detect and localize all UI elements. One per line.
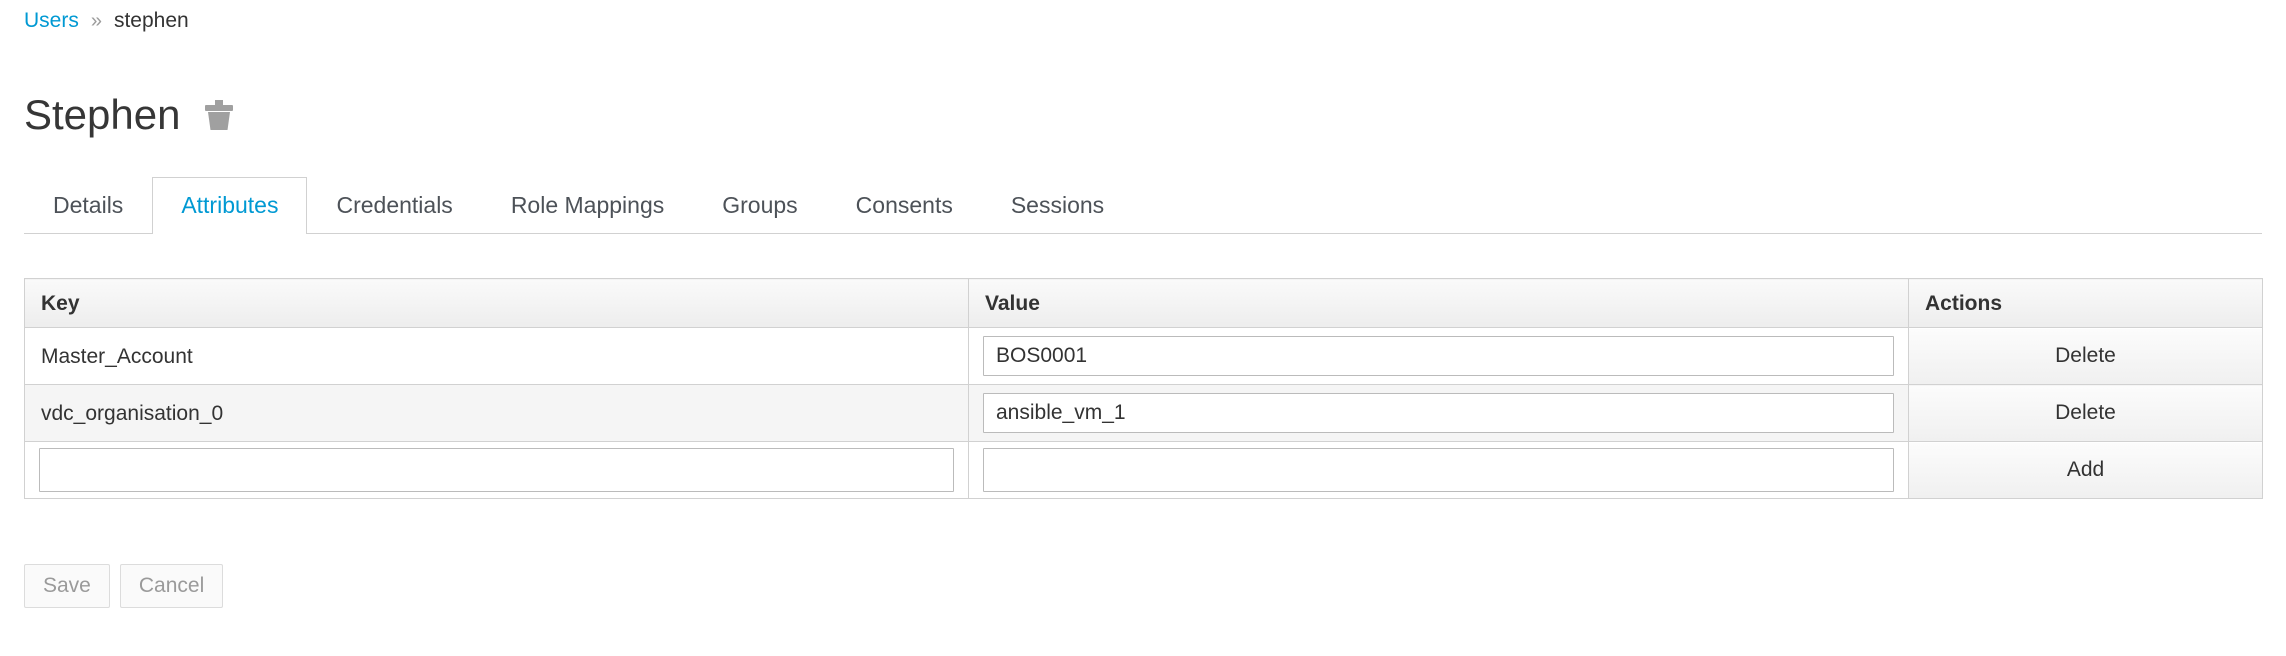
- table-row: vdc_organisation_0 Delete: [24, 384, 2263, 442]
- tab-bar: Details Attributes Credentials Role Mapp…: [24, 177, 2262, 235]
- tab-details[interactable]: Details: [24, 177, 152, 234]
- form-actions: Save Cancel: [24, 564, 224, 608]
- tab-consents[interactable]: Consents: [827, 177, 982, 234]
- user-attributes-page: Users » stephen Stephen Details Attribut…: [0, 0, 2286, 656]
- tab-credentials[interactable]: Credentials: [307, 177, 481, 234]
- tab-role-mappings[interactable]: Role Mappings: [482, 177, 693, 234]
- attribute-actions-cell: Delete: [1908, 327, 2263, 385]
- new-attribute-value-input[interactable]: [983, 448, 1894, 492]
- tab-attributes[interactable]: Attributes: [152, 177, 308, 235]
- attribute-key-cell: Master_Account: [24, 327, 969, 385]
- table-row: Master_Account Delete: [24, 327, 2263, 385]
- breadcrumb-current-user: stephen: [113, 9, 189, 32]
- table-header: Key Value Actions: [24, 278, 2263, 328]
- save-button[interactable]: Save: [24, 564, 110, 608]
- page-header: Stephen: [24, 90, 234, 140]
- tab-sessions[interactable]: Sessions: [982, 177, 1133, 234]
- breadcrumb: Users » stephen: [24, 8, 189, 34]
- column-header-actions: Actions: [1908, 278, 2263, 328]
- cancel-button[interactable]: Cancel: [119, 564, 224, 608]
- column-header-key: Key: [24, 278, 969, 328]
- attribute-value-input[interactable]: [983, 336, 1894, 376]
- attributes-table: Key Value Actions Master_Account Delete …: [24, 278, 2263, 499]
- new-attribute-key-input[interactable]: [39, 448, 954, 492]
- attribute-key-cell: vdc_organisation_0: [24, 384, 969, 442]
- breadcrumb-link-users[interactable]: Users: [24, 8, 79, 34]
- page-title: Stephen: [24, 91, 181, 138]
- new-attribute-key-cell: [24, 441, 969, 499]
- new-attribute-row: Add: [24, 441, 2263, 499]
- new-attribute-value-cell: [968, 441, 1909, 499]
- new-attribute-actions-cell: Add: [1908, 441, 2263, 499]
- attribute-value-cell: [968, 384, 1909, 442]
- table-body: Master_Account Delete vdc_organisation_0…: [24, 327, 2263, 499]
- delete-attribute-button[interactable]: Delete: [1909, 328, 2262, 384]
- tab-groups[interactable]: Groups: [693, 177, 826, 234]
- attribute-value-input[interactable]: [983, 393, 1894, 433]
- add-attribute-button[interactable]: Add: [1909, 442, 2262, 498]
- delete-attribute-button[interactable]: Delete: [1909, 385, 2262, 441]
- trash-icon[interactable]: [204, 99, 234, 131]
- table-header-row: Key Value Actions: [24, 278, 2263, 328]
- attribute-actions-cell: Delete: [1908, 384, 2263, 442]
- attribute-value-cell: [968, 327, 1909, 385]
- breadcrumb-separator-icon: »: [90, 10, 102, 32]
- column-header-value: Value: [968, 278, 1909, 328]
